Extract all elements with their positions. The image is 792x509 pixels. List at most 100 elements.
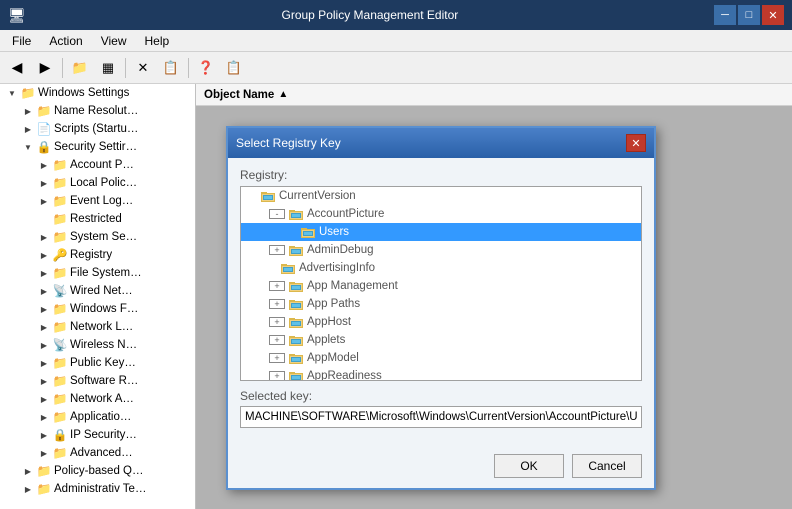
tree-item-label: Software R… — [70, 375, 138, 387]
tree-item-label: File System… — [70, 267, 142, 279]
tree-item-label: Name Resolut… — [54, 105, 138, 117]
tree-folder-icon: 📁 — [52, 319, 68, 335]
reg-item-label: AppReadiness — [307, 370, 382, 381]
object-name-header: Object Name ▲ — [204, 89, 288, 101]
tree-toggle-icon: ▶ — [36, 395, 52, 404]
column-header-row: Object Name ▲ — [196, 84, 792, 106]
tree-toggle-icon: ▶ — [36, 269, 52, 278]
tree-item[interactable]: ▼🔒Security Settir… — [0, 138, 195, 156]
reg-folder-icon — [288, 350, 304, 366]
cancel-button[interactable]: Cancel — [572, 454, 642, 478]
tree-panel: ▼📁Windows Settings▶📁Name Resolut…▶📄Scrip… — [0, 84, 196, 509]
forward-button[interactable]: ▶ — [32, 56, 58, 80]
registry-item[interactable]: + AppHost — [241, 313, 641, 331]
ok-button[interactable]: OK — [494, 454, 564, 478]
tree-item-label: Windows Settings — [38, 87, 129, 99]
tree-item[interactable]: ▶📁Policy-based Q… — [0, 462, 195, 480]
tree-item-label: System Se… — [70, 231, 137, 243]
tree-item[interactable]: ▶📡Wireless N… — [0, 336, 195, 354]
registry-item[interactable]: + AdminDebug — [241, 241, 641, 259]
minimize-button[interactable]: ─ — [714, 5, 736, 25]
properties-button[interactable]: 📋 — [221, 56, 247, 80]
tree-item[interactable]: ▶📁Public Key… — [0, 354, 195, 372]
sort-icon: ▲ — [278, 89, 288, 100]
browse-button[interactable]: 📁 — [67, 56, 93, 80]
tree-item-label: Account P… — [70, 159, 134, 171]
tree-item[interactable]: ▶📁Account P… — [0, 156, 195, 174]
tree-item[interactable]: ▶📁Local Polic… — [0, 174, 195, 192]
registry-item[interactable]: + App Management — [241, 277, 641, 295]
tree-folder-icon: 🔒 — [52, 427, 68, 443]
menu-action[interactable]: Action — [41, 32, 90, 50]
separator-2 — [125, 58, 126, 78]
reg-item-label: AccountPicture — [307, 208, 384, 220]
reg-folder-icon — [288, 296, 304, 312]
tree-item-label: Wireless N… — [70, 339, 137, 351]
window-controls: ─ □ ✕ — [714, 5, 784, 25]
close-button[interactable]: ✕ — [762, 5, 784, 25]
reg-toggle-icon: + — [269, 317, 285, 327]
modal-close-button[interactable]: ✕ — [626, 134, 646, 152]
registry-item[interactable]: CurrentVersion — [241, 187, 641, 205]
registry-item[interactable]: + AppModel — [241, 349, 641, 367]
tree-item[interactable]: ▶📁File System… — [0, 264, 195, 282]
tree-item[interactable]: ▼📁Windows Settings — [0, 84, 195, 102]
registry-item[interactable]: AdvertisingInfo — [241, 259, 641, 277]
grid-button[interactable]: ▦ — [95, 56, 121, 80]
tree-item[interactable]: ▶📁Name Resolut… — [0, 102, 195, 120]
tree-item[interactable]: ▶📁Applicatio… — [0, 408, 195, 426]
reg-item-label: AdminDebug — [307, 244, 373, 256]
registry-item[interactable]: + AppReadiness — [241, 367, 641, 381]
tree-item-label: Network A… — [70, 393, 134, 405]
help-button[interactable]: ❓ — [193, 56, 219, 80]
reg-toggle-icon: - — [269, 209, 285, 219]
tree-item[interactable]: ▶📁System Se… — [0, 228, 195, 246]
tree-item-label: Public Key… — [70, 357, 136, 369]
tree-toggle-icon: ▶ — [36, 251, 52, 260]
registry-item[interactable]: + App Paths — [241, 295, 641, 313]
separator-3 — [188, 58, 189, 78]
tree-toggle-icon: ▶ — [20, 485, 36, 494]
title-bar: 🖥 Group Policy Management Editor ─ □ ✕ — [0, 0, 792, 30]
reg-folder-icon — [288, 242, 304, 258]
tree-folder-icon: 📡 — [52, 283, 68, 299]
tree-folder-icon: 📁 — [52, 229, 68, 245]
tree-item[interactable]: ▶📡Wired Net… — [0, 282, 195, 300]
copy-button[interactable]: 📋 — [158, 56, 184, 80]
tree-item[interactable]: ▶📁Network A… — [0, 390, 195, 408]
tree-item[interactable]: ▶📁Software R… — [0, 372, 195, 390]
menu-view[interactable]: View — [93, 32, 135, 50]
maximize-button[interactable]: □ — [738, 5, 760, 25]
tree-item[interactable]: ▶🔒IP Security… — [0, 426, 195, 444]
selected-key-input[interactable] — [240, 406, 642, 428]
tree-folder-icon: 📁 — [52, 157, 68, 173]
tree-folder-icon: 📄 — [36, 121, 52, 137]
tree-item[interactable]: ▶📄Scripts (Startu… — [0, 120, 195, 138]
main-area: ▼📁Windows Settings▶📁Name Resolut…▶📄Scrip… — [0, 84, 792, 509]
tree-item[interactable]: 📁Restricted — [0, 210, 195, 228]
registry-item[interactable]: + Applets — [241, 331, 641, 349]
tree-toggle-icon: ▼ — [20, 143, 36, 152]
tree-toggle-icon: ▶ — [20, 125, 36, 134]
registry-list-container[interactable]: CurrentVersion- AccountPicture Users+ Ad… — [240, 186, 642, 381]
registry-item[interactable]: Users — [241, 223, 641, 241]
separator-1 — [62, 58, 63, 78]
tree-item[interactable]: ▶📁Advanced… — [0, 444, 195, 462]
tree-item[interactable]: ▶🔑Registry — [0, 246, 195, 264]
registry-label: Registry: — [240, 168, 642, 182]
tree-item[interactable]: ▶📁Administrativ Te… — [0, 480, 195, 498]
tree-item[interactable]: ▶📁Event Log… — [0, 192, 195, 210]
delete-button[interactable]: ✕ — [130, 56, 156, 80]
tree-item[interactable]: ▶📁Windows F… — [0, 300, 195, 318]
tree-item-label: Wired Net… — [70, 285, 133, 297]
tree-item[interactable]: ▶📁Network L… — [0, 318, 195, 336]
menu-file[interactable]: File — [4, 32, 39, 50]
reg-folder-icon — [288, 278, 304, 294]
back-button[interactable]: ◀ — [4, 56, 30, 80]
reg-folder-icon — [300, 224, 316, 240]
reg-folder-icon — [288, 368, 304, 381]
reg-item-label: AppModel — [307, 352, 359, 364]
tree-folder-icon: 📁 — [52, 373, 68, 389]
menu-help[interactable]: Help — [137, 32, 178, 50]
registry-item[interactable]: - AccountPicture — [241, 205, 641, 223]
